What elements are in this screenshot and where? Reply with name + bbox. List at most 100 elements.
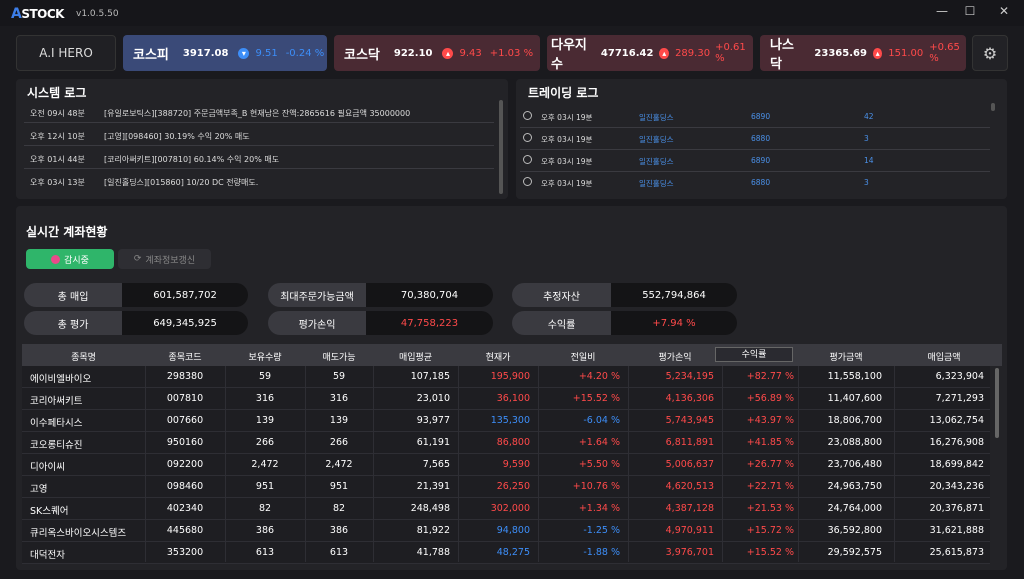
settings-button[interactable]: ⚙ bbox=[972, 35, 1008, 71]
index-pct: +0.65 % bbox=[929, 42, 960, 64]
buy-amount: 7,271,293 bbox=[935, 393, 984, 404]
sellable-qty: 316 bbox=[329, 393, 349, 404]
column-header[interactable]: 전일비 bbox=[538, 350, 628, 363]
eval-amount: 11,407,600 bbox=[827, 393, 882, 404]
index-change: 151.00 bbox=[888, 47, 924, 59]
ai-hero-button[interactable]: A.I HERO bbox=[16, 35, 116, 71]
index-value: 922.10 bbox=[393, 47, 433, 59]
trade-qty: 42 bbox=[864, 112, 874, 121]
refresh-account-button[interactable]: ⟳ 계좌정보갱신 bbox=[118, 249, 211, 269]
sellable-qty: 59 bbox=[332, 371, 346, 382]
column-header[interactable]: 매도가능 bbox=[305, 350, 373, 363]
column-header[interactable]: 매입평균 bbox=[373, 350, 458, 363]
stock-code: 007810 bbox=[166, 393, 204, 404]
column-header[interactable]: 보유수량 bbox=[225, 350, 305, 363]
sellable-qty: 613 bbox=[329, 547, 349, 558]
trade-time: 오후 03시 19분 bbox=[541, 179, 593, 188]
avg-price: 81,922 bbox=[416, 525, 450, 536]
column-header[interactable]: 평가금액 bbox=[798, 350, 894, 363]
day-change: +4.20 % bbox=[578, 371, 620, 382]
sellable-qty: 951 bbox=[329, 481, 349, 492]
up-arrow-icon: ▴ bbox=[442, 47, 454, 59]
stock-name: 에이비엘바이오 bbox=[30, 374, 92, 385]
current-price: 26,250 bbox=[496, 481, 530, 492]
current-price: 195,900 bbox=[490, 371, 530, 382]
trade-stock: 일진홀딩스 bbox=[639, 113, 674, 122]
table-row[interactable]: 코오롱티슈진 950160 266 266 61,191 86,800 +1.64 % 6,8… bbox=[22, 432, 990, 454]
column-header[interactable]: 평가손익 bbox=[628, 350, 722, 363]
minimize-icon[interactable]: — bbox=[934, 4, 950, 18]
down-arrow-icon: ▾ bbox=[238, 47, 250, 59]
table-scrollbar[interactable] bbox=[995, 368, 999, 438]
eval-pnl: 3,976,701 bbox=[665, 547, 714, 558]
eval-pnl: 5,743,945 bbox=[665, 415, 714, 426]
sellable-qty: 2,472 bbox=[325, 459, 353, 470]
column-header[interactable]: 매입금액 bbox=[894, 350, 994, 363]
avg-price: 61,191 bbox=[416, 437, 450, 448]
maximize-icon[interactable]: ☐ bbox=[962, 4, 978, 18]
column-header[interactable]: 현재가 bbox=[458, 350, 538, 363]
table-row[interactable]: SK스퀘어 402340 82 82 248,498 302,000 +1.34 % 4,38… bbox=[22, 498, 990, 520]
eval-pnl: 4,387,128 bbox=[665, 503, 714, 514]
stock-code: 402340 bbox=[166, 503, 204, 514]
account-title: 실시간 계좌현황 bbox=[26, 225, 108, 239]
trade-time: 오후 03시 19분 bbox=[541, 135, 593, 144]
stock-code: 007660 bbox=[166, 415, 204, 426]
holding-qty: 2,472 bbox=[251, 459, 279, 470]
monitoring-button[interactable]: 감시중 bbox=[26, 249, 114, 269]
column-header-sorted[interactable]: 수익률 bbox=[715, 347, 793, 362]
system-log-scrollbar[interactable] bbox=[499, 100, 503, 194]
return-rate: +82.77 % bbox=[746, 371, 794, 382]
log-time: 오후 03시 13분 bbox=[30, 178, 85, 187]
buy-amount: 20,343,236 bbox=[929, 481, 984, 492]
current-price: 94,800 bbox=[496, 525, 530, 536]
column-header[interactable]: 종목명 bbox=[22, 350, 145, 363]
table-row[interactable]: 큐리옥스바이오시스템즈 445680 386 386 81,922 94,800 -1.25… bbox=[22, 520, 990, 542]
record-icon bbox=[51, 254, 61, 264]
stock-code: 092200 bbox=[166, 459, 204, 470]
holding-qty: 266 bbox=[255, 437, 275, 448]
column-header[interactable]: 종목코드 bbox=[145, 350, 225, 363]
index-dow: 다우지수 47716.42 ▴ 289.30 +0.61 % bbox=[547, 35, 753, 72]
close-icon[interactable]: ✕ bbox=[996, 4, 1012, 18]
stock-name: SK스퀘어 bbox=[30, 506, 69, 517]
return-rate: +15.52 % bbox=[746, 547, 794, 558]
trading-log-scrollbar[interactable] bbox=[991, 103, 995, 111]
avg-price: 107,185 bbox=[410, 371, 450, 382]
summary-label: 최대주문가능금액 bbox=[268, 283, 366, 307]
eval-pnl: 6,811,891 bbox=[665, 437, 714, 448]
holding-qty: 139 bbox=[255, 415, 275, 426]
title-bar: ASTOCK v1.0.5.50 — ☐ ✕ bbox=[0, 0, 1024, 26]
table-row[interactable]: 고영 098460 951 951 21,391 26,250 +10.76 % 4,620,… bbox=[22, 476, 990, 498]
log-message: [코리아써키트][007810] 60.14% 수익 20% 매도 bbox=[104, 155, 280, 164]
table-row[interactable]: 코리아써키트 007810 316 316 23,010 36,100 +15.52 % 4,… bbox=[22, 388, 990, 410]
list-item: 오후 01시 44분 [코리아써키트][007810] 60.14% 수익 20%… bbox=[24, 147, 494, 169]
index-pct: +0.61 % bbox=[715, 42, 746, 64]
trade-stock: 일진홀딩스 bbox=[639, 135, 674, 144]
table-row[interactable]: 디아이씨 092200 2,472 2,472 7,565 9,590 +5.50 % 5,0… bbox=[22, 454, 990, 476]
column-divider bbox=[373, 366, 374, 562]
table-row[interactable]: 대덕전자 353200 613 613 41,788 48,275 -1.88 % 3,976… bbox=[22, 542, 990, 564]
index-name: 코스닥 bbox=[344, 47, 380, 63]
table-row[interactable]: 에이비엘바이오 298380 59 59 107,185 195,900 +4.20 % 5,… bbox=[22, 366, 990, 388]
stock-code: 353200 bbox=[166, 547, 204, 558]
index-value: 3917.08 bbox=[182, 47, 229, 59]
hero-label: A.I HERO bbox=[39, 46, 93, 60]
table-row[interactable]: 이수페타시스 007660 139 139 93,977 135,300 -6.04 % 5,… bbox=[22, 410, 990, 432]
return-rate: +56.89 % bbox=[746, 393, 794, 404]
eval-amount: 36,592,800 bbox=[827, 525, 882, 536]
sellable-qty: 139 bbox=[329, 415, 349, 426]
log-message: [유일로보틱스][388720] 주문금액부족_B 현재남은 잔액:286561… bbox=[104, 109, 411, 118]
stock-name: 고영 bbox=[30, 484, 48, 495]
current-price: 36,100 bbox=[496, 393, 530, 404]
holding-qty: 82 bbox=[258, 503, 272, 514]
index-pct: -0.24 % bbox=[285, 47, 325, 59]
eval-amount: 11,558,100 bbox=[827, 371, 882, 382]
trade-qty: 3 bbox=[864, 178, 869, 187]
eval-pnl: 4,970,911 bbox=[665, 525, 714, 536]
list-item: 오후 12시 10분 [고영][098460] 30.19% 수익 20% 매도 bbox=[24, 124, 494, 146]
gear-icon: ⚙ bbox=[982, 43, 998, 63]
up-arrow-icon: ▴ bbox=[659, 47, 670, 59]
trading-log-title: 트레이딩 로그 bbox=[528, 86, 599, 100]
day-change: +15.52 % bbox=[572, 393, 620, 404]
